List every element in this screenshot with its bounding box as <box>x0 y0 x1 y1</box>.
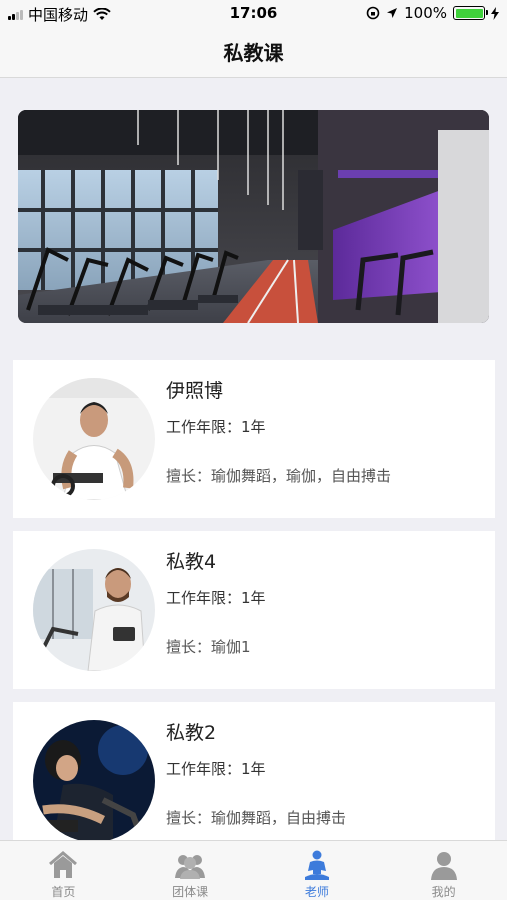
skill-value: 瑜伽舞蹈，自由搏击 <box>211 809 347 827</box>
gym-treadmill-photo <box>18 110 489 323</box>
coach-years: 工作年限： 1年 <box>166 758 266 779</box>
coach-card[interactable]: 伊照博 工作年限： 1年 擅长： 瑜伽舞蹈，瑜伽，自由搏击 <box>13 360 495 518</box>
location-icon <box>387 8 398 18</box>
battery-icon <box>453 6 488 20</box>
coach-name: 私教4 <box>166 551 217 573</box>
years-value: 1年 <box>241 760 266 778</box>
profile-icon <box>430 852 457 880</box>
tab-group-class[interactable]: 团体课 <box>127 841 254 900</box>
coach-name: 伊照博 <box>166 380 224 402</box>
coach-card[interactable]: 私教2 工作年限： 1年 擅长： 瑜伽舞蹈，自由搏击 <box>13 702 495 860</box>
home-icon <box>49 851 78 878</box>
skill-label: 擅长： <box>166 809 212 827</box>
coach-avatar <box>33 378 155 500</box>
tab-label: 首页 <box>51 885 76 899</box>
years-label: 工作年限： <box>166 418 242 436</box>
rotation-lock-icon <box>366 6 380 20</box>
coach-skills: 擅长： 瑜伽舞蹈，自由搏击 <box>166 807 346 828</box>
coach-name: 私教2 <box>166 722 217 744</box>
skill-label: 擅长： <box>166 638 212 656</box>
teacher-icon <box>304 850 329 880</box>
coach-card[interactable]: 私教4 工作年限： 1年 擅长： 瑜伽1 <box>13 531 495 689</box>
coach-years: 工作年限： 1年 <box>166 587 266 608</box>
status-bar: 中国移动 17:06 100% <box>0 0 507 28</box>
charging-icon <box>491 6 499 20</box>
group-icon <box>175 855 206 879</box>
coach-years: 工作年限： 1年 <box>166 416 266 437</box>
tab-bar: 首页 团体课 老师 我的 <box>0 840 507 900</box>
page-title: 私教课 <box>223 41 284 65</box>
years-label: 工作年限： <box>166 760 242 778</box>
tab-label: 老师 <box>304 885 329 899</box>
banner-image[interactable] <box>18 110 489 323</box>
status-right: 100% <box>366 4 499 22</box>
skill-label: 擅长： <box>166 467 212 485</box>
coach-avatar <box>33 720 155 842</box>
coach-skills: 擅长： 瑜伽舞蹈，瑜伽，自由搏击 <box>166 465 391 486</box>
battery-percent: 100% <box>404 4 447 22</box>
tab-label: 团体课 <box>172 885 209 899</box>
tab-mine[interactable]: 我的 <box>380 841 507 900</box>
tab-teacher[interactable]: 老师 <box>254 841 381 900</box>
skill-value: 瑜伽1 <box>211 638 251 656</box>
skill-value: 瑜伽舞蹈，瑜伽，自由搏击 <box>211 467 392 485</box>
years-value: 1年 <box>241 418 266 436</box>
coach-skills: 擅长： 瑜伽1 <box>166 636 251 657</box>
nav-bar: 私教课 <box>0 28 507 78</box>
tab-home[interactable]: 首页 <box>0 841 127 900</box>
years-value: 1年 <box>241 589 266 607</box>
years-label: 工作年限： <box>166 589 242 607</box>
coach-avatar <box>33 549 155 671</box>
tab-label: 我的 <box>431 885 456 899</box>
